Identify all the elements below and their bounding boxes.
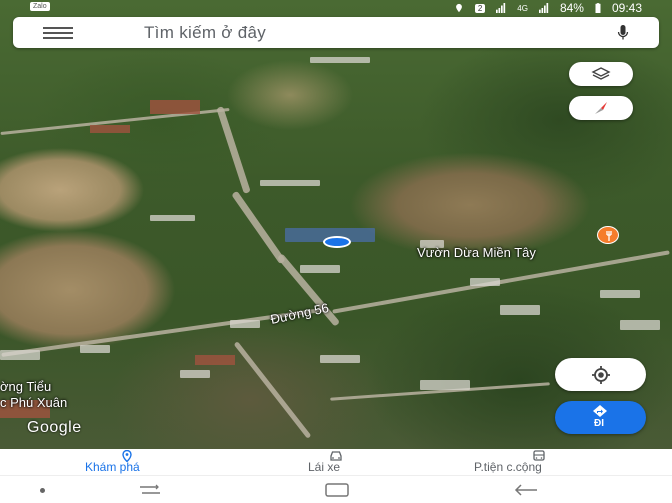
microphone-icon[interactable] (617, 24, 629, 42)
layers-button[interactable] (569, 62, 633, 86)
compass-icon (595, 102, 607, 114)
restaurant-pin-icon[interactable] (597, 226, 619, 244)
sim-badge: 2 (474, 3, 486, 13)
status-bar: Zalo 2 4G 84% 09:43 (0, 0, 672, 16)
google-attribution: Google (27, 419, 82, 436)
poi-label[interactable]: Vườn Dừa Miền Tây (417, 245, 536, 260)
battery-percent: 84% (559, 1, 584, 15)
current-location-dot (323, 236, 351, 248)
signal-icon-2 (538, 3, 549, 13)
location-icon (455, 3, 462, 13)
tab-explore-label: Khám phá (85, 460, 140, 474)
search-input[interactable]: Tìm kiếm ở đây (144, 23, 266, 43)
partial-place-label-line2: c Phú Xuân (0, 395, 68, 410)
layers-icon (591, 67, 611, 80)
recent-apps-icon[interactable] (138, 483, 162, 497)
tab-driving-label: Lái xe (308, 460, 341, 474)
bottom-navigation: Khám phá Lái xe P.tiện c.cộng (0, 449, 672, 475)
my-location-button[interactable] (555, 358, 646, 391)
clock: 09:43 (611, 1, 642, 15)
tab-explore[interactable]: Khám phá (78, 449, 188, 475)
dot-indicator (40, 488, 45, 493)
home-icon[interactable] (324, 483, 350, 497)
go-label: ĐI (594, 418, 604, 429)
battery-icon (595, 3, 601, 13)
back-icon[interactable] (513, 483, 539, 497)
search-bar[interactable]: Tìm kiếm ở đây (13, 17, 659, 48)
directions-icon (593, 405, 607, 417)
crosshair-icon (592, 366, 610, 384)
compass-button[interactable] (569, 96, 633, 120)
system-navigation-bar (0, 475, 672, 503)
tab-driving[interactable]: Lái xe (300, 449, 370, 475)
hamburger-menu-icon[interactable] (43, 27, 73, 39)
directions-go-button[interactable]: ĐI (555, 401, 646, 434)
signal-icon (496, 3, 506, 13)
network-type: 4G (517, 3, 528, 13)
tab-transit[interactable]: P.tiện c.cộng (470, 449, 610, 475)
zalo-notification-icon: Zalo (30, 2, 50, 11)
tab-transit-label: P.tiện c.cộng (474, 460, 542, 474)
partial-place-label-line1: ờng Tiểu (0, 379, 52, 394)
